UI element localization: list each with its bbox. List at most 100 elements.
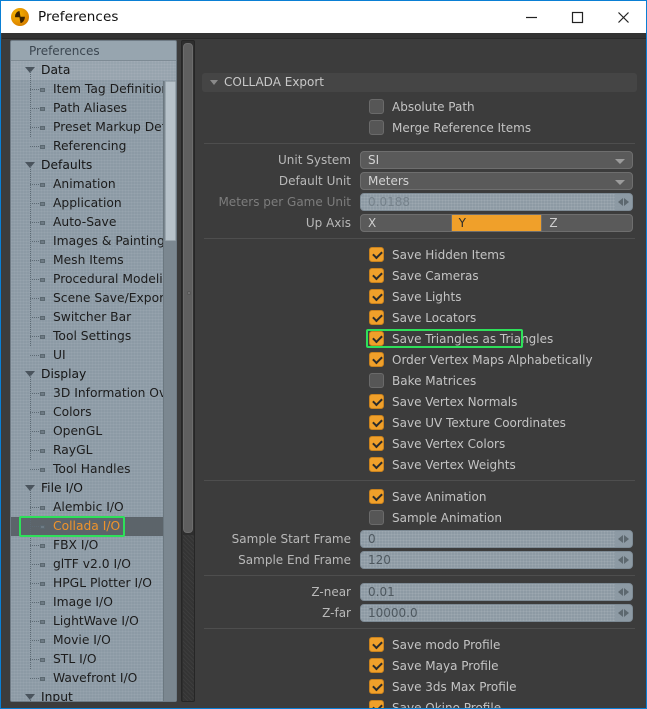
checkbox-save-locators-icon[interactable] [369,310,384,325]
checkbox-row-save-3ds-max-profile[interactable]: Save 3ds Max Profile [198,676,641,697]
sidebar-item-gltf-v2-0-i-o[interactable]: glTF v2.0 I/O [11,555,176,574]
tree-vertical-scrollbar[interactable] [163,81,176,701]
panel-scrollbar-thumb[interactable] [183,43,193,533]
number-field-z-far[interactable]: 10000.0 [360,603,633,622]
spinner-arrows-icon[interactable] [615,530,632,547]
sidebar-item-wavefront-i-o[interactable]: Wavefront I/O [11,669,176,688]
sidebar-item-label: Input [41,690,73,702]
checkbox-save-lights-icon[interactable] [369,289,384,304]
tree-scroll-area[interactable]: Data Item Tag Definitions Path Aliases Pres… [11,61,176,701]
number-field-sample-start-frame[interactable]: 0 [360,529,633,548]
number-field-meters-per-game-unit[interactable]: 0.0188 [360,192,633,211]
number-field-sample-end-frame[interactable]: 120 [360,550,633,569]
checkbox-order-vertex-maps-alphabetically-icon[interactable] [369,352,384,367]
checkbox-save-uv-texture-coordinates-icon[interactable] [369,415,384,430]
sidebar-item-stl-i-o[interactable]: STL I/O [11,650,176,669]
checkbox-row-save-vertex-weights[interactable]: Save Vertex Weights [198,454,641,475]
sidebar-group-file-i-o[interactable]: File I/O [11,479,176,498]
close-icon[interactable] [600,1,646,33]
checkbox-row-save-uv-texture-coordinates[interactable]: Save UV Texture Coordinates [198,412,641,433]
sidebar-item-ui[interactable]: UI [11,346,176,365]
sidebar-group-defaults[interactable]: Defaults [11,156,176,175]
spinner-arrows-icon[interactable] [615,583,632,600]
checkbox-row-save-triangles-as-triangles[interactable]: Save Triangles as Triangles [198,328,641,349]
sidebar-item-opengl[interactable]: OpenGL [11,422,176,441]
panel-vertical-scrollbar[interactable] [181,40,195,702]
segment-option-z[interactable]: Z [542,215,632,231]
checkbox-save-vertex-colors-icon[interactable] [369,436,384,451]
sidebar-group-display[interactable]: Display [11,365,176,384]
checkbox-save-cameras-icon[interactable] [369,268,384,283]
dropdown-default-unit[interactable]: Meters [360,171,633,190]
checkbox-save-maya-profile-icon[interactable] [369,658,384,673]
checkbox-save-triangles-as-triangles-icon[interactable] [369,331,384,346]
checkbox-bake-matrices-icon[interactable] [369,373,384,388]
sidebar-item-scene-save-export[interactable]: Scene Save/Export [11,289,176,308]
checkbox-row-save-locators[interactable]: Save Locators [198,307,641,328]
sidebar-item-collada-i-o[interactable]: Collada I/O [11,517,176,536]
tree-node-icon [40,525,45,529]
tree-scrollbar-thumb[interactable] [165,81,176,241]
checkbox-save-animation-icon[interactable] [369,489,384,504]
sidebar-item-image-i-o[interactable]: Image I/O [11,593,176,612]
sidebar-item-animation[interactable]: Animation [11,175,176,194]
checkbox-row-save-animation[interactable]: Save Animation [198,486,641,507]
sidebar-item-movie-i-o[interactable]: Movie I/O [11,631,176,650]
spinner-arrows-icon[interactable] [615,193,632,210]
sidebar-item-hpgl-plotter-i-o[interactable]: HPGL Plotter I/O [11,574,176,593]
sidebar-group-data[interactable]: Data [11,61,176,80]
segment-option-y[interactable]: Y [451,214,543,231]
checkbox-row-save-okino-profile[interactable]: Save Okino Profile [198,697,641,708]
checkbox-row-save-vertex-normals[interactable]: Save Vertex Normals [198,391,641,412]
checkbox-absolute-path-icon[interactable] [369,99,384,114]
sidebar-item-tool-settings[interactable]: Tool Settings [11,327,176,346]
checkbox-save-modo-profile-icon[interactable] [369,637,384,652]
sidebar-item-referencing[interactable]: Referencing [11,137,176,156]
sidebar-item-raygl[interactable]: RayGL [11,441,176,460]
sidebar-item-switcher-bar[interactable]: Switcher Bar [11,308,176,327]
checkbox-row-merge-reference-items[interactable]: Merge Reference Items [198,117,641,138]
sidebar-item-3d-information-overlays[interactable]: 3D Information Overlays [11,384,176,403]
sidebar-item-application[interactable]: Application [11,194,176,213]
checkbox-row-save-cameras[interactable]: Save Cameras [198,265,641,286]
sidebar-group-input[interactable]: Input [11,688,176,702]
checkbox-save-hidden-items-icon[interactable] [369,247,384,262]
checkbox-row-sample-animation[interactable]: Sample Animation [198,507,641,528]
checkbox-row-save-vertex-colors[interactable]: Save Vertex Colors [198,433,641,454]
checkbox-row-absolute-path[interactable]: Absolute Path [198,96,641,117]
checkbox-save-3ds-max-profile-icon[interactable] [369,679,384,694]
checkbox-row-order-vertex-maps-alphabetically[interactable]: Order Vertex Maps Alphabetically [198,349,641,370]
sidebar-item-tool-handles[interactable]: Tool Handles [11,460,176,479]
spinner-arrows-icon[interactable] [615,551,632,568]
checkbox-row-save-modo-profile[interactable]: Save modo Profile [198,634,641,655]
checkbox-sample-animation-icon[interactable] [369,510,384,525]
sidebar-item-alembic-i-o[interactable]: Alembic I/O [11,498,176,517]
scrollbar-track[interactable] [183,535,194,701]
checkbox-merge-reference-items-icon[interactable] [369,120,384,135]
checkbox-save-okino-profile-icon[interactable] [369,700,384,708]
checkbox-row-save-hidden-items[interactable]: Save Hidden Items [198,244,641,265]
checkbox-save-vertex-weights-icon[interactable] [369,457,384,472]
sidebar-item-procedural-modeling[interactable]: Procedural Modeling [11,270,176,289]
sidebar-item-images-painting[interactable]: Images & Painting [11,232,176,251]
checkbox-row-bake-matrices[interactable]: Bake Matrices [198,370,641,391]
sidebar-item-path-aliases[interactable]: Path Aliases [11,99,176,118]
sidebar-item-preset-markup-definitions[interactable]: Preset Markup Definitions [11,118,176,137]
sidebar-item-colors[interactable]: Colors [11,403,176,422]
segmented-control-up-axis[interactable]: XYZ [360,213,633,232]
number-field-z-near[interactable]: 0.01 [360,582,633,601]
sidebar-item-fbx-i-o[interactable]: FBX I/O [11,536,176,555]
sidebar-item-auto-save[interactable]: Auto-Save [11,213,176,232]
segment-option-x[interactable]: X [361,214,452,231]
checkbox-save-vertex-normals-icon[interactable] [369,394,384,409]
sidebar-item-mesh-items[interactable]: Mesh Items [11,251,176,270]
checkbox-row-save-lights[interactable]: Save Lights [198,286,641,307]
section-header-collada-export[interactable]: COLLADA Export [202,73,637,92]
sidebar-item-item-tag-definitions[interactable]: Item Tag Definitions [11,80,176,99]
dropdown-unit-system[interactable]: SI [360,150,633,169]
minimize-icon[interactable] [508,1,554,33]
spinner-arrows-icon[interactable] [615,604,632,621]
sidebar-item-lightwave-i-o[interactable]: LightWave I/O [11,612,176,631]
maximize-icon[interactable] [554,1,600,33]
checkbox-row-save-maya-profile[interactable]: Save Maya Profile [198,655,641,676]
